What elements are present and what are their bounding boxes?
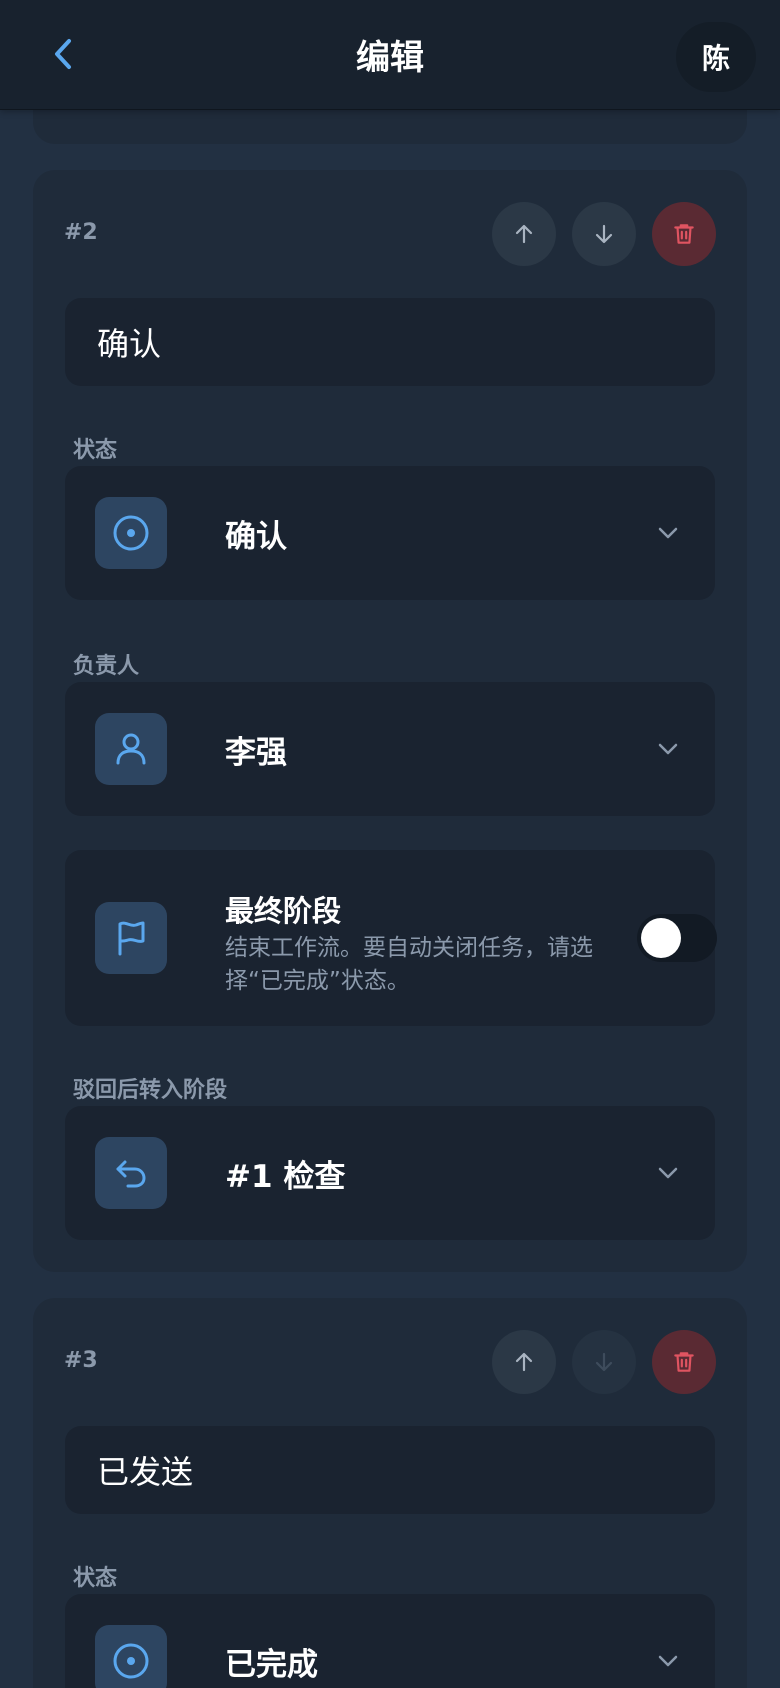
delete-button[interactable]: [652, 1330, 716, 1394]
reject-target-label: 驳回后转入阶段: [73, 1078, 228, 1103]
chevron-down-icon: [655, 1648, 681, 1674]
status-label: 状态: [73, 1566, 118, 1591]
move-up-button[interactable]: [492, 202, 556, 266]
trash-icon: [674, 1352, 694, 1372]
assignee-icon-tile: [95, 713, 167, 785]
person-icon: [116, 733, 146, 765]
final-stage-row: 最终阶段 结束工作流。要自动关闭任务，请选择“已完成”状态。: [65, 850, 717, 1026]
move-up-button[interactable]: [492, 1330, 556, 1394]
app-header: 编辑 陈: [0, 0, 780, 110]
arrow-down-icon: [595, 1352, 613, 1372]
status-icon-tile: [95, 497, 167, 569]
reject-target-select[interactable]: #1 检查: [65, 1106, 715, 1240]
arrow-up-icon: [515, 1352, 533, 1372]
stage-card: #3 已发送 状态 已完成: [33, 1298, 747, 1688]
reject-target-value: #1 检查: [225, 1158, 346, 1195]
assignee-select[interactable]: 李强: [65, 682, 715, 816]
stage-number: #3: [64, 1348, 98, 1373]
status-select[interactable]: 已完成: [65, 1594, 715, 1688]
stage-number: #2: [64, 220, 98, 245]
move-down-button[interactable]: [572, 202, 636, 266]
final-stage-description: 结束工作流。要自动关闭任务，请选择“已完成”状态。: [225, 935, 593, 994]
status-select[interactable]: 确认: [65, 466, 715, 600]
trash-icon: [674, 224, 694, 244]
chevron-down-icon: [655, 520, 681, 546]
status-value: 已完成: [225, 1646, 318, 1683]
flag-icon: [118, 921, 145, 956]
toggle-knob: [641, 918, 681, 958]
stage-name-input[interactable]: 确认: [65, 298, 715, 386]
stage-name-input[interactable]: 已发送: [65, 1426, 715, 1514]
arrow-down-icon: [595, 224, 613, 244]
status-icon-tile: [95, 1625, 167, 1688]
target-circle-icon: [113, 515, 149, 551]
reject-icon-tile: [95, 1137, 167, 1209]
target-circle-icon: [113, 1643, 149, 1679]
final-stage-title: 最终阶段: [225, 894, 342, 928]
undo-arrow-icon: [116, 1160, 146, 1188]
avatar[interactable]: 陈: [676, 22, 756, 92]
final-stage-icon-tile: [95, 902, 167, 974]
page-title: 编辑: [356, 38, 424, 78]
assignee-label: 负责人: [73, 654, 140, 679]
chevron-down-icon: [655, 1160, 681, 1186]
move-down-button[interactable]: [572, 1330, 636, 1394]
status-value: 确认: [225, 518, 287, 555]
delete-button[interactable]: [652, 202, 716, 266]
final-stage-toggle[interactable]: [637, 914, 717, 962]
assignee-value: 李强: [225, 734, 287, 771]
chevron-down-icon: [655, 736, 681, 762]
stage-card: #2 确认 状态 确认 负责人 李强 最终阶段 结束工作流。要自动关闭任务，请选…: [33, 170, 747, 1272]
arrow-up-icon: [515, 224, 533, 244]
status-label: 状态: [73, 438, 118, 463]
